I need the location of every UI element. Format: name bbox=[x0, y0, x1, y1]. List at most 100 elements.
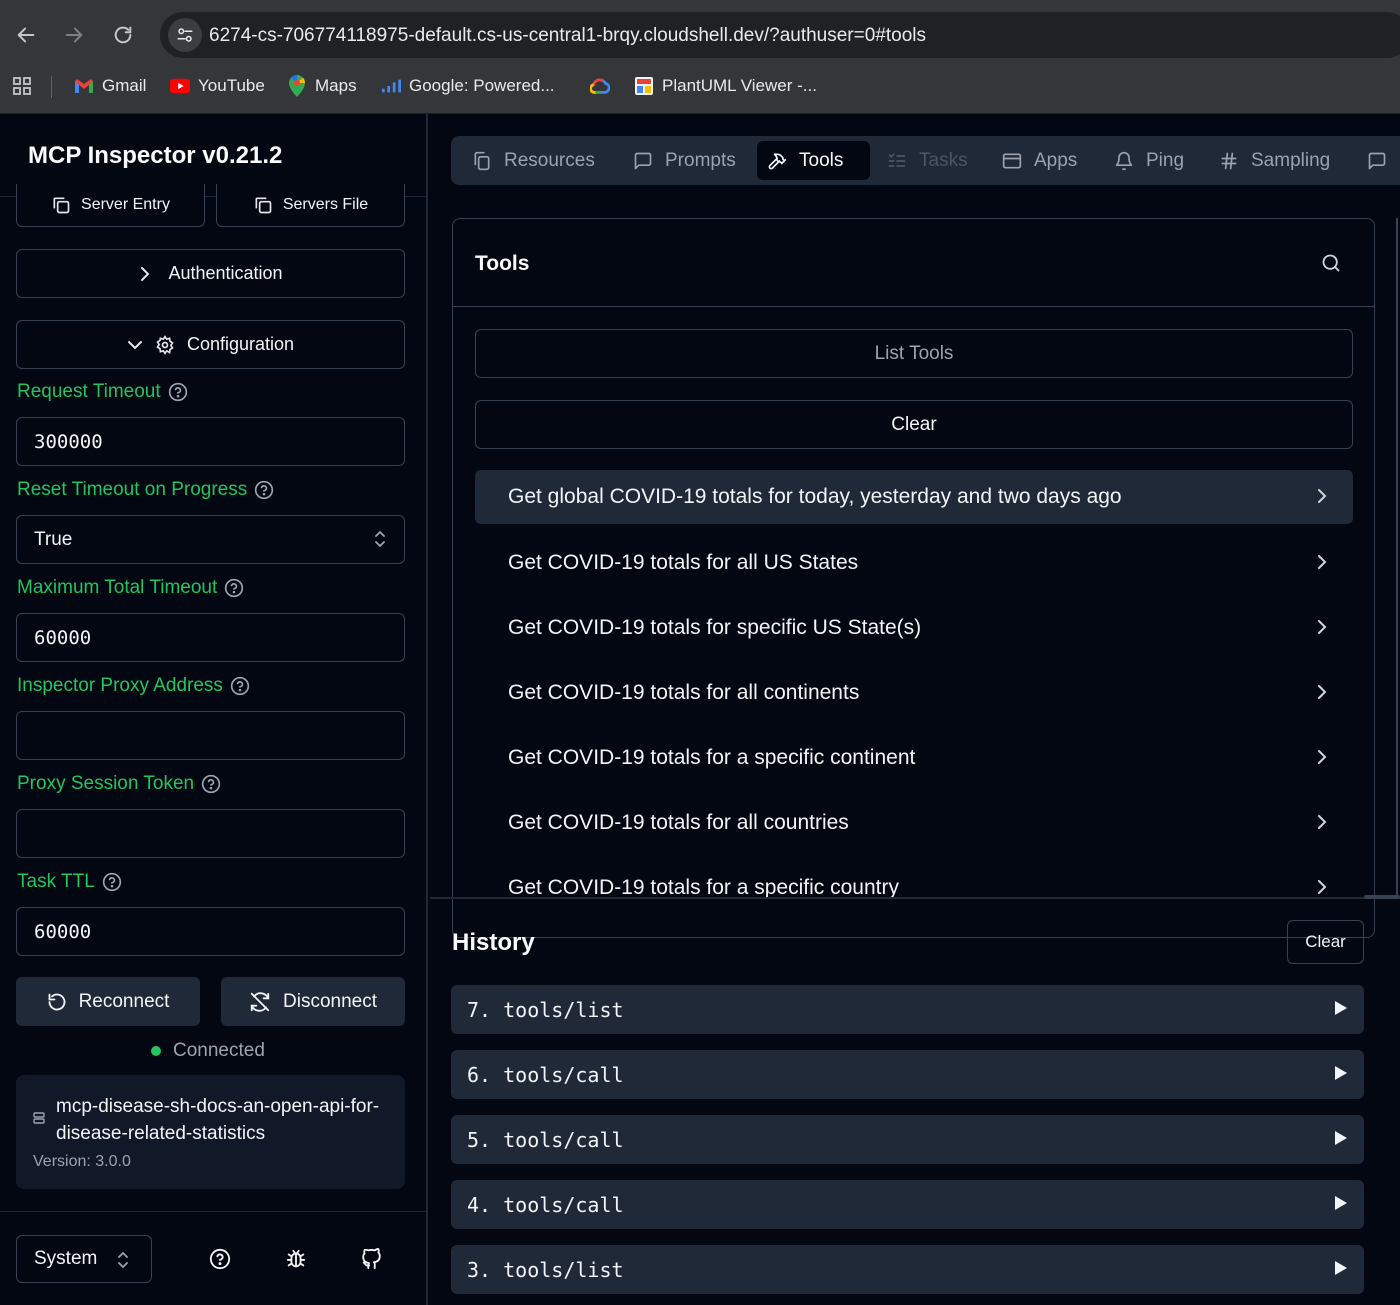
help-circle-icon[interactable] bbox=[168, 382, 188, 402]
reload-icon[interactable] bbox=[107, 18, 139, 52]
tool-item[interactable]: Get global COVID-19 totals for today, ye… bbox=[475, 470, 1353, 524]
history-item-label: 3. tools/list bbox=[467, 1257, 624, 1282]
servers-file-button[interactable]: Servers File bbox=[216, 184, 405, 227]
bug-icon[interactable] bbox=[278, 1244, 314, 1274]
bookmark-label: Google: Powered... bbox=[409, 76, 555, 95]
tool-item[interactable]: Get COVID-19 totals for a specific count… bbox=[475, 861, 1353, 915]
bookmark-maps[interactable]: Maps bbox=[287, 74, 357, 98]
history-clear-button[interactable]: Clear bbox=[1287, 920, 1364, 964]
search-icon[interactable] bbox=[1321, 253, 1341, 278]
list-tools-button[interactable]: List Tools bbox=[475, 329, 1353, 378]
history-item[interactable]: 5. tools/call bbox=[451, 1115, 1364, 1164]
bookmark-label: Maps bbox=[315, 76, 357, 95]
github-icon[interactable] bbox=[354, 1244, 390, 1274]
tool-item[interactable]: Get COVID-19 totals for all countries bbox=[475, 796, 1353, 850]
disconnect-button[interactable]: Disconnect bbox=[221, 977, 405, 1026]
history-item[interactable]: 3. tools/list bbox=[451, 1245, 1364, 1294]
history-item[interactable]: 6. tools/call bbox=[451, 1050, 1364, 1099]
tab-sampling[interactable]: Sampling bbox=[1209, 141, 1340, 180]
proxy-address-input[interactable] bbox=[16, 711, 405, 760]
tab-apps[interactable]: Apps bbox=[992, 141, 1087, 180]
address-bar[interactable]: 6274-cs-706774118975-default.cs-us-centr… bbox=[160, 12, 1400, 58]
tool-name: Get COVID-19 totals for all continents bbox=[508, 681, 860, 704]
chevron-right-icon bbox=[1316, 553, 1328, 571]
forward-arrow-icon[interactable] bbox=[58, 18, 90, 52]
bookmark-label: Gmail bbox=[102, 76, 147, 95]
bookmark-gmail[interactable]: Gmail bbox=[74, 74, 146, 98]
panel-resize-divider[interactable] bbox=[430, 897, 1400, 899]
reconnect-button[interactable]: Reconnect bbox=[16, 977, 200, 1026]
gear-icon bbox=[155, 334, 175, 355]
field-label-text: Reset Timeout on Progress bbox=[17, 479, 248, 500]
max-total-timeout-input[interactable]: 60000 bbox=[16, 613, 405, 662]
site-settings-icon[interactable] bbox=[168, 18, 202, 52]
tab-label: Tasks bbox=[919, 149, 968, 171]
help-circle-icon[interactable] bbox=[224, 578, 244, 598]
tools-header-divider bbox=[453, 306, 1374, 307]
reconnect-label: Reconnect bbox=[78, 990, 170, 1012]
sidebar-footer-divider bbox=[0, 1211, 426, 1212]
tab-label: Ping bbox=[1146, 149, 1185, 171]
bookmark-plantuml[interactable]: PlantUML Viewer -... bbox=[634, 74, 817, 98]
bookmarks-divider bbox=[51, 76, 52, 98]
tab-label: Prompts bbox=[665, 149, 736, 171]
tool-name: Get COVID-19 totals for a specific conti… bbox=[508, 746, 916, 769]
help-circle-icon[interactable] bbox=[230, 676, 250, 696]
tab-label: Tools bbox=[799, 149, 844, 171]
status-dot bbox=[151, 1046, 161, 1056]
tab-tools[interactable]: Tools bbox=[757, 141, 870, 180]
tool-item[interactable]: Get COVID-19 totals for specific US Stat… bbox=[475, 601, 1353, 655]
history-item[interactable]: 7. tools/list bbox=[451, 985, 1364, 1034]
bookmark-google-powered[interactable]: Google: Powered... bbox=[381, 74, 555, 98]
help-circle-icon[interactable] bbox=[102, 872, 122, 892]
chevron-down-icon bbox=[127, 338, 143, 352]
help-icon[interactable] bbox=[202, 1244, 238, 1274]
tab-prompts[interactable]: Prompts bbox=[623, 141, 746, 180]
tool-item[interactable]: Get COVID-19 totals for a specific conti… bbox=[475, 731, 1353, 785]
tool-item[interactable]: Get COVID-19 totals for all continents bbox=[475, 666, 1353, 720]
help-circle-icon[interactable] bbox=[254, 480, 274, 500]
chevron-right-icon bbox=[1316, 683, 1328, 701]
hammer-icon bbox=[767, 151, 787, 171]
tool-item[interactable]: Get COVID-19 totals for all US States bbox=[475, 536, 1353, 590]
bookmark-youtube[interactable]: YouTube bbox=[170, 74, 265, 98]
authentication-button[interactable]: Authentication bbox=[16, 249, 405, 298]
bookmark-google-cloud[interactable] bbox=[590, 74, 618, 98]
history-item[interactable]: 4. tools/call bbox=[451, 1180, 1364, 1229]
tab-tasks[interactable]: Tasks bbox=[877, 141, 978, 180]
url-text[interactable]: 6274-cs-706774118975-default.cs-us-centr… bbox=[209, 25, 926, 47]
resize-handle[interactable] bbox=[1364, 895, 1400, 899]
tab-ping[interactable]: Ping bbox=[1104, 141, 1194, 180]
back-arrow-icon[interactable] bbox=[10, 18, 42, 52]
main-panel: Resources Prompts Tools Tasks Apps Ping … bbox=[430, 114, 1400, 1305]
max-total-timeout-label: Maximum Total Timeout bbox=[17, 577, 244, 599]
proxy-token-input[interactable] bbox=[16, 809, 405, 858]
plantuml-icon bbox=[634, 76, 654, 96]
tool-name: Get global COVID-19 totals for today, ye… bbox=[508, 485, 1122, 508]
apps-grid-icon[interactable] bbox=[12, 74, 32, 98]
request-timeout-input[interactable]: 300000 bbox=[16, 417, 405, 466]
scrollbar[interactable] bbox=[1396, 218, 1398, 898]
theme-select[interactable]: System bbox=[16, 1235, 152, 1283]
refresh-off-icon bbox=[249, 991, 271, 1013]
tab-label: Sampling bbox=[1251, 149, 1331, 171]
chevron-right-icon bbox=[1316, 487, 1328, 505]
chevron-right-icon bbox=[1316, 878, 1328, 896]
message-icon bbox=[1367, 151, 1387, 171]
reset-timeout-select[interactable]: True bbox=[16, 515, 405, 564]
play-triangle-icon bbox=[1335, 1066, 1347, 1080]
request-timeout-label: Request Timeout bbox=[17, 381, 188, 403]
help-circle-icon[interactable] bbox=[201, 774, 221, 794]
clear-tools-button[interactable]: Clear bbox=[475, 400, 1353, 449]
clear-tools-label: Clear bbox=[891, 413, 937, 435]
history-item-label: 7. tools/list bbox=[467, 997, 624, 1022]
tab-more[interactable] bbox=[1357, 141, 1400, 180]
gmail-icon bbox=[74, 76, 94, 96]
tab-resources[interactable]: Resources bbox=[462, 141, 605, 180]
task-ttl-input[interactable]: 60000 bbox=[16, 907, 405, 956]
field-label-text: Task TTL bbox=[17, 871, 95, 892]
copy-icon bbox=[253, 195, 273, 215]
configuration-button[interactable]: Configuration bbox=[16, 320, 405, 369]
server-entry-button[interactable]: Server Entry bbox=[16, 184, 205, 227]
server-icon bbox=[33, 1111, 45, 1129]
